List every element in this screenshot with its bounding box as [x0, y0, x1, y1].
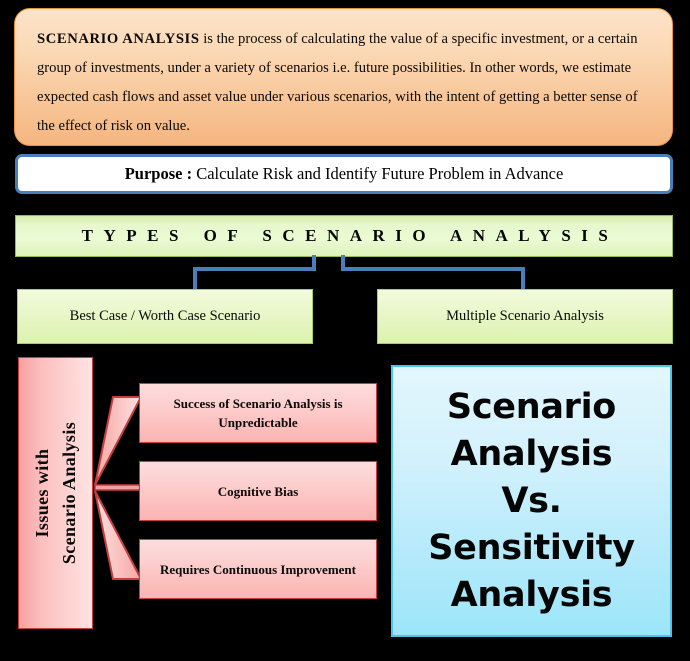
connector-bracket-right [341, 255, 525, 292]
type-box-label: Best Case / Worth Case Scenario [69, 308, 261, 324]
issue-item-unpredictable[interactable]: Success of Scenario Analysis is Unpredic… [139, 383, 377, 443]
issues-heading-line1: Issues with [31, 448, 52, 538]
purpose-text: Purpose : Calculate Risk and Identify Fu… [125, 164, 564, 184]
issue-item-continuous-improvement[interactable]: Requires Continuous Improvement [139, 539, 377, 599]
issues-heading-rotated-text: Issues with Scenario Analysis [29, 359, 83, 627]
issue-item-label: Cognitive Bias [217, 483, 299, 499]
bracket-left-horizontal [193, 267, 316, 271]
connector-bracket-left [193, 255, 316, 292]
bracket-right-up-stub [341, 255, 345, 269]
comparison-box[interactable]: Scenario Analysis Vs. Sensitivity Analys… [391, 365, 672, 637]
issue-item-label: Requires Continuous Improvement [160, 561, 356, 577]
types-banner: TYPES OF SCENARIO ANALYSIS [15, 215, 673, 257]
issue-item-label: Success of Scenario Analysis is Unpredic… [173, 396, 343, 430]
type-box-best-worst-case[interactable]: Best Case / Worth Case Scenario [17, 289, 313, 344]
definition-text: SCENARIO ANALYSIS is the process of calc… [37, 25, 652, 141]
bowtie-connector [94, 396, 144, 580]
type-box-label: Multiple Scenario Analysis [446, 308, 604, 324]
bracket-right-horizontal [341, 267, 525, 271]
purpose-box: Purpose : Calculate Risk and Identify Fu… [15, 154, 673, 194]
issues-heading-line2: Scenario Analysis [58, 421, 79, 565]
purpose-label: Purpose : [124, 164, 193, 183]
issues-heading-box: Issues with Scenario Analysis [18, 357, 93, 629]
diagram-canvas: SCENARIO ANALYSIS is the process of calc… [0, 0, 690, 661]
definition-term: SCENARIO ANALYSIS [37, 31, 200, 47]
issue-item-cognitive-bias[interactable]: Cognitive Bias [139, 461, 377, 521]
definition-box: SCENARIO ANALYSIS is the process of calc… [14, 8, 673, 146]
bracket-left-up-stub [312, 255, 316, 269]
types-banner-title: TYPES OF SCENARIO ANALYSIS [81, 226, 619, 245]
comparison-title: Scenario Analysis Vs. Sensitivity Analys… [428, 386, 635, 615]
purpose-value: Calculate Risk and Identify Future Probl… [192, 164, 564, 183]
type-box-multiple-scenario[interactable]: Multiple Scenario Analysis [377, 289, 673, 344]
